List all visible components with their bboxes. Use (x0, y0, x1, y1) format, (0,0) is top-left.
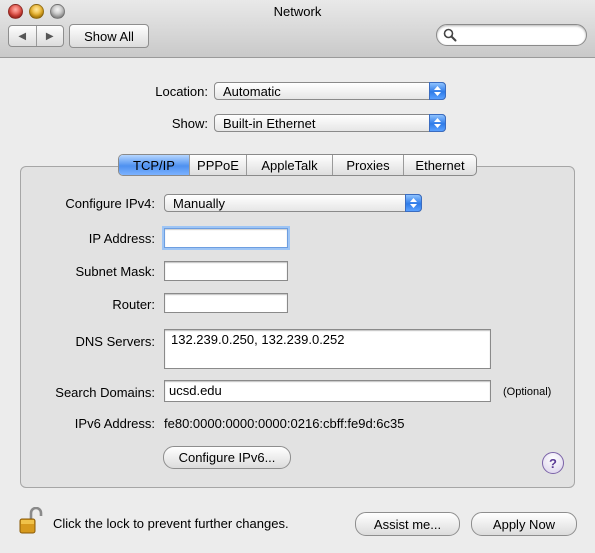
show-value: Built-in Ethernet (223, 115, 316, 131)
router-field[interactable] (164, 293, 288, 313)
configure-ipv4-label: Configure IPv4: (65, 196, 155, 211)
dns-servers-field[interactable]: 132.239.0.250, 132.239.0.252 (164, 329, 491, 369)
assist-me-button[interactable]: Assist me... (355, 512, 460, 536)
ipv6-address-label: IPv6 Address: (74, 416, 155, 431)
optional-hint: (Optional) (503, 386, 552, 398)
location-label: Location: (155, 84, 208, 99)
back-forward-control: ◀ ▶ (8, 25, 64, 47)
forward-button[interactable]: ▶ (35, 26, 64, 46)
back-button[interactable]: ◀ (9, 26, 36, 46)
help-button[interactable]: ? (542, 452, 564, 474)
ip-address-field[interactable] (164, 228, 288, 248)
tab-bar: TCP/IP PPPoE AppleTalk Proxies Ethernet (118, 154, 477, 176)
show-popup[interactable]: Built-in Ethernet (214, 114, 446, 132)
window-title: Network (273, 4, 322, 19)
tab-appletalk[interactable]: AppleTalk (246, 155, 332, 175)
back-arrow-icon: ◀ (18, 30, 27, 42)
tab-tcpip[interactable]: TCP/IP (119, 155, 189, 175)
tab-panel (20, 166, 575, 488)
ip-address-label: IP Address: (88, 231, 155, 246)
popup-arrows-icon (405, 194, 422, 212)
lock-message: Click the lock to prevent further change… (53, 516, 289, 531)
ipv6-address-value: fe80:0000:0000:0000:0216:cbff:fe9d:6c35 (164, 416, 405, 431)
subnet-mask-field[interactable] (164, 261, 288, 281)
configure-ipv4-value: Manually (173, 195, 226, 211)
tab-proxies[interactable]: Proxies (332, 155, 403, 175)
apply-now-button[interactable]: Apply Now (471, 512, 577, 536)
search-domains-label: Search Domains: (55, 385, 155, 400)
popup-arrows-icon (429, 114, 446, 132)
show-label: Show: (171, 116, 208, 131)
search-field[interactable] (436, 24, 587, 46)
forward-arrow-icon: ▶ (45, 30, 54, 42)
search-icon (443, 28, 457, 42)
question-mark-icon: ? (549, 455, 557, 471)
dns-servers-label: DNS Servers: (75, 334, 155, 349)
location-popup[interactable]: Automatic (214, 82, 446, 100)
search-domains-field[interactable]: ucsd.edu (164, 380, 491, 402)
unlocked-padlock-icon[interactable] (18, 507, 44, 535)
configure-ipv6-button[interactable]: Configure IPv6... (163, 446, 291, 469)
tab-ethernet[interactable]: Ethernet (403, 155, 476, 175)
configure-ipv4-popup[interactable]: Manually (164, 194, 422, 212)
show-all-button[interactable]: Show All (69, 24, 149, 48)
location-value: Automatic (223, 83, 281, 99)
tab-pppoe[interactable]: PPPoE (189, 155, 246, 175)
router-label: Router: (112, 297, 155, 312)
popup-arrows-icon (429, 82, 446, 100)
subnet-mask-label: Subnet Mask: (75, 264, 156, 279)
